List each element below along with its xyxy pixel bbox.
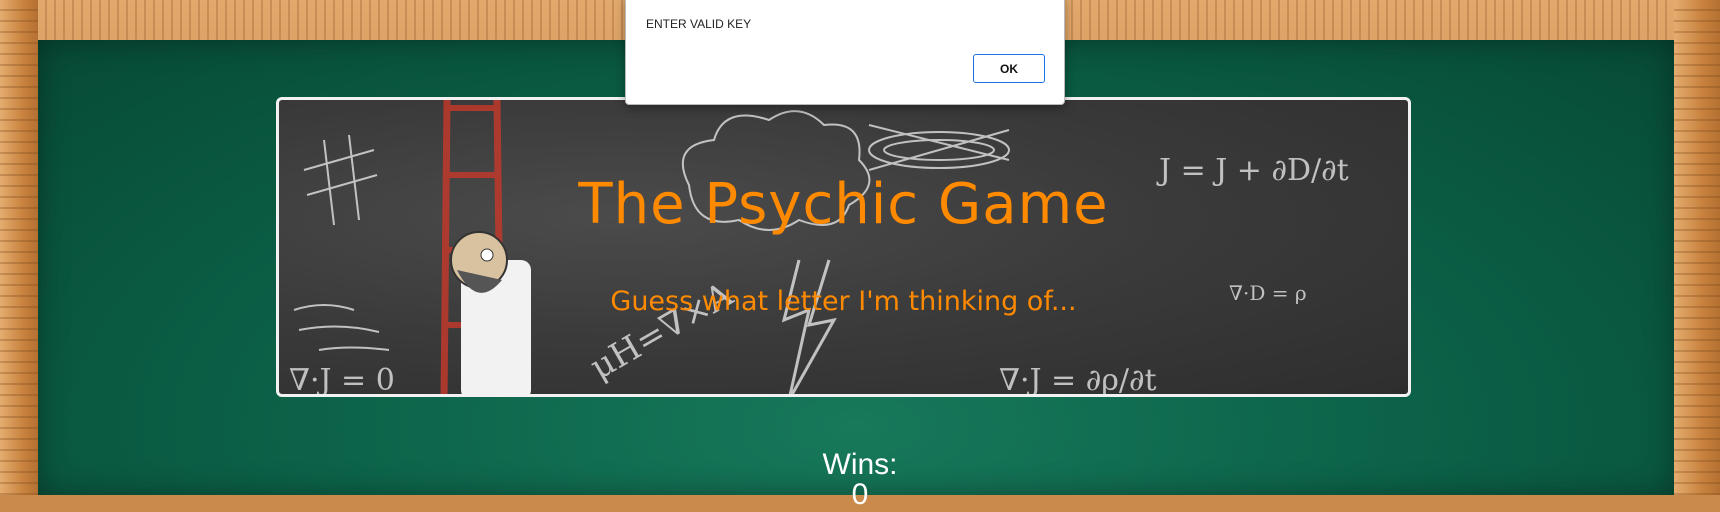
alert-dialog: ENTER VALID KEY OK <box>625 0 1065 105</box>
wins-value: 0 <box>851 478 869 511</box>
wood-frame-right <box>1674 0 1720 495</box>
alert-message: ENTER VALID KEY <box>646 17 752 31</box>
svg-text:∇·J = 0: ∇·J = 0 <box>289 363 395 397</box>
game-title: The Psychic Game <box>578 172 1109 237</box>
game-subtitle: Guess what letter I'm thinking of... <box>610 286 1077 317</box>
wins-label: Wins: <box>822 448 898 481</box>
wood-frame-left <box>0 0 38 495</box>
chalk-doodles-illustration: J = J + ∂D/∂t ∇·D = ρ ∇·J = ∂ρ/∂t ∇·J = … <box>289 100 1349 397</box>
svg-text:∇·J = ∂ρ/∂t: ∇·J = ∂ρ/∂t <box>999 363 1157 397</box>
ok-button[interactable]: OK <box>973 54 1045 83</box>
header-banner: J = J + ∂D/∂t ∇·D = ρ ∇·J = ∂ρ/∂t ∇·J = … <box>276 97 1411 397</box>
